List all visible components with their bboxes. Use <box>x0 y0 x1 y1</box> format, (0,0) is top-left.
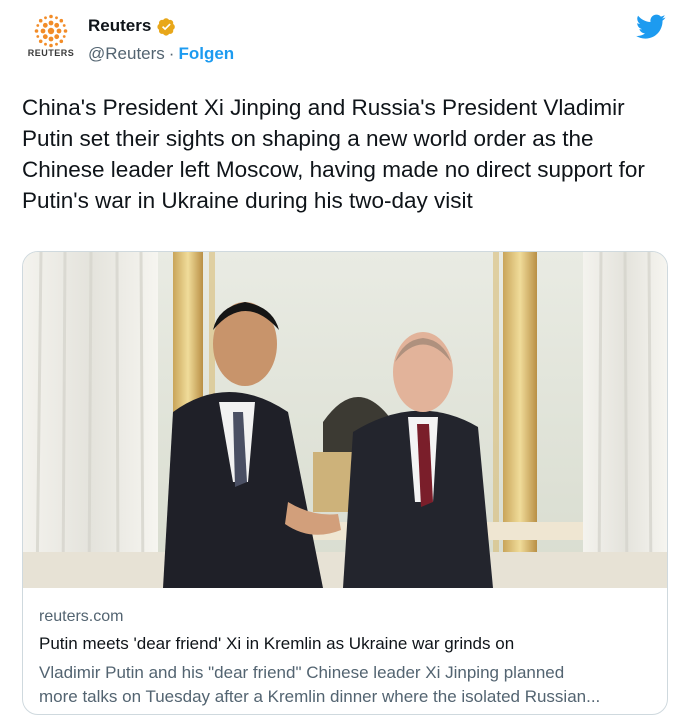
display-name[interactable]: Reuters <box>88 16 151 36</box>
card-title: Putin meets 'dear friend' Xi in Kremlin … <box>39 634 515 653</box>
account-handle[interactable]: @Reuters <box>88 44 165 64</box>
follow-button[interactable]: Folgen <box>178 44 234 64</box>
reuters-logo-icon <box>34 14 68 48</box>
card-body[interactable]: reuters.com Putin meets 'dear friend' Xi… <box>39 606 655 709</box>
card-image[interactable] <box>23 252 667 588</box>
link-card[interactable]: reuters.com Putin meets 'dear friend' Xi… <box>22 251 668 715</box>
avatar-wordmark: REUTERS <box>27 48 75 58</box>
handle-row: @Reuters · Folgen <box>88 44 234 64</box>
verified-badge-icon <box>157 17 176 36</box>
card-description-line-1: Vladimir Putin and his "dear friend" Chi… <box>39 663 565 682</box>
separator-dot: · <box>168 44 175 63</box>
card-description: Vladimir Putin and his "dear friend" Chi… <box>39 661 655 709</box>
avatar[interactable]: REUTERS <box>22 14 80 64</box>
tweet-embed: REUTERS Reuters @Reuters · Folgen China'… <box>0 0 693 721</box>
card-domain: reuters.com <box>39 608 124 625</box>
tweet-text: China's President Xi Jinping and Russia'… <box>22 95 645 213</box>
twitter-bird-icon[interactable] <box>636 14 666 40</box>
card-description-line-2: more talks on Tuesday after a Kremlin di… <box>39 687 601 706</box>
account-name-row: Reuters <box>88 16 176 36</box>
